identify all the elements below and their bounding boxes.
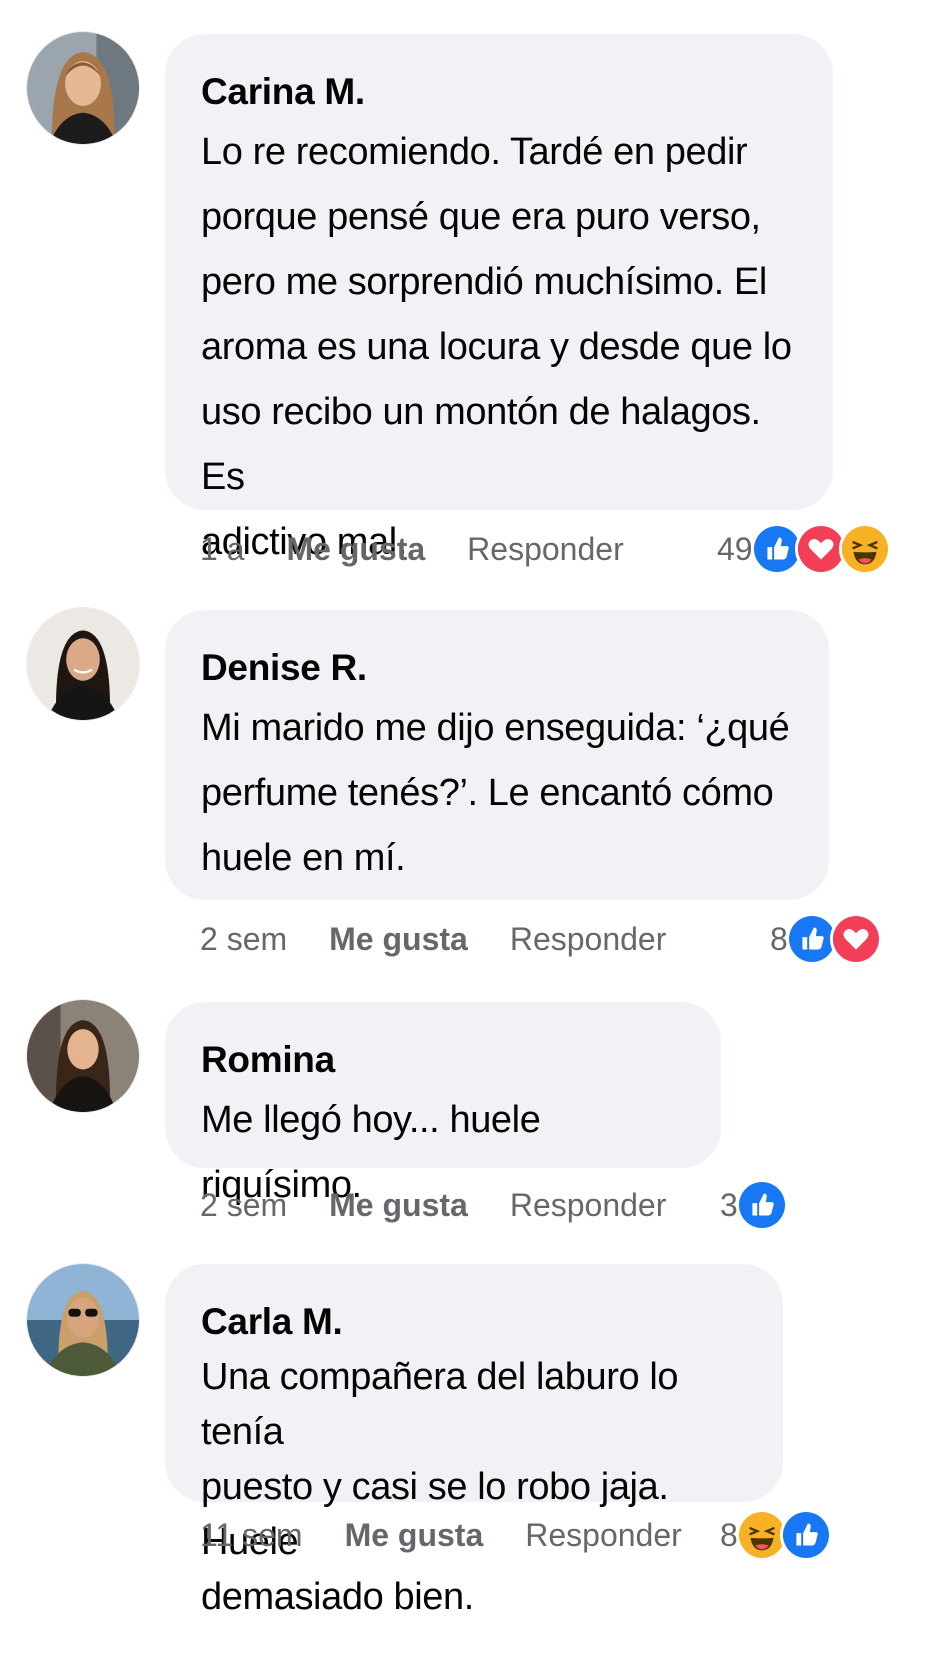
like-icon [735,1179,788,1231]
comment-actions: 1 a Me gusta Responder [200,524,624,574]
comment-actions: 2 sem Me gusta Responder [200,1180,666,1230]
comment-time[interactable]: 2 sem [200,921,287,958]
reaction-summary[interactable]: 8 [770,913,882,965]
like-button[interactable]: Me gusta [286,531,425,568]
like-button[interactable]: Me gusta [329,1187,468,1224]
comment-bubble: Romina Me llegó hoy... huele riquísimo. [165,1002,721,1206]
comment-actions: 11 sem Me gusta Responder [200,1510,682,1560]
comment-time[interactable]: 2 sem [200,1187,287,1224]
avatar[interactable] [27,1000,139,1112]
comment-actions: 2 sem Me gusta Responder [200,914,666,964]
reaction-summary[interactable]: 3 [720,1179,788,1231]
reply-button[interactable]: Responder [510,921,667,958]
comment-text: Una compañera del laburo lo tenía puesto… [201,1356,679,1618]
comment-text: Lo re recomiendo. Tardé en pedir porque … [201,131,792,563]
reaction-summary[interactable]: 49 [717,523,891,575]
reply-button[interactable]: Responder [510,1187,667,1224]
comment-bubble: Carina M. Lo re recomiendo. Tardé en ped… [165,34,833,563]
avatar[interactable] [27,32,139,144]
reply-button[interactable]: Responder [525,1517,682,1554]
reaction-summary[interactable]: 8 [720,1509,832,1561]
like-button[interactable]: Me gusta [329,921,468,958]
love-icon [829,913,882,965]
comment-author[interactable]: Carla M. [201,1300,751,1344]
reply-button[interactable]: Responder [467,531,624,568]
avatar[interactable] [27,608,139,720]
haha-icon [838,523,891,575]
comment-text: Mi marido me dijo enseguida: ‘¿qué perfu… [201,707,790,879]
like-icon [779,1509,832,1561]
avatar[interactable] [27,1264,139,1376]
like-button[interactable]: Me gusta [345,1517,484,1554]
comment-time[interactable]: 11 sem [200,1517,303,1554]
comment-time[interactable]: 1 a [200,531,244,568]
comment-bubble: Carla M. Una compañera del laburo lo ten… [165,1264,783,1618]
comment-author[interactable]: Carina M. [201,70,801,114]
comment-bubble: Denise R. Mi marido me dijo enseguida: ‘… [165,610,829,900]
reaction-count: 49 [717,530,753,567]
comment-author[interactable]: Denise R. [201,646,797,690]
comment-author[interactable]: Romina [201,1038,689,1082]
